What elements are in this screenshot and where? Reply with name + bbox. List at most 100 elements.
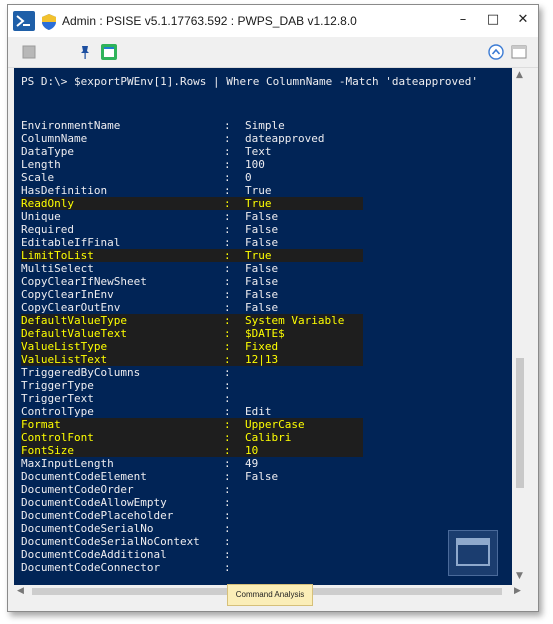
scroll-up-arrow-icon[interactable]: ▲	[516, 70, 523, 80]
property-separator: :	[224, 561, 231, 574]
property-separator: :	[224, 405, 231, 418]
property-value: True	[245, 249, 272, 262]
property-separator: :	[224, 119, 231, 132]
property-value: False	[245, 275, 279, 288]
property-value: 10	[245, 444, 259, 457]
show-console-icon[interactable]	[100, 43, 118, 61]
property-name: MaxInputLength	[21, 457, 114, 470]
property-separator: :	[224, 470, 231, 483]
property-value: True	[245, 184, 272, 197]
property-name: DocumentCodeSerialNo	[21, 522, 154, 535]
property-separator: :	[224, 444, 231, 457]
property-name: TriggeredByColumns	[21, 366, 141, 379]
close-button[interactable]: ✕	[508, 5, 538, 35]
scroll-left-arrow-icon[interactable]: ◀	[17, 586, 24, 596]
property-value: Text	[245, 145, 272, 158]
property-separator: :	[224, 236, 231, 249]
property-separator: :	[224, 340, 231, 353]
minimize-button[interactable]: –	[448, 5, 478, 35]
property-value: Fixed	[245, 340, 279, 353]
property-separator: :	[224, 184, 231, 197]
vertical-scroll-thumb[interactable]	[516, 358, 524, 488]
property-separator: :	[224, 197, 231, 210]
property-name: ValueListType	[21, 340, 108, 353]
property-name: CopyClearInEnv	[21, 288, 114, 301]
property-name: MultiSelect	[21, 262, 94, 275]
property-row: Format: UpperCase	[21, 418, 363, 431]
command-analysis-tab[interactable]: Command Analysis	[227, 584, 313, 606]
property-name: EnvironmentName	[21, 119, 121, 132]
property-name: DocumentCodeOrder	[21, 483, 134, 496]
property-separator: :	[224, 509, 231, 522]
property-row: ControlFont: Calibri	[21, 431, 363, 444]
property-separator: :	[224, 145, 231, 158]
property-value: UpperCase	[245, 418, 305, 431]
admin-shield-icon	[42, 14, 56, 30]
property-value: 49	[245, 457, 259, 470]
property-separator: :	[224, 158, 231, 171]
property-separator: :	[224, 535, 231, 548]
property-separator: :	[224, 275, 231, 288]
property-name: Format	[21, 418, 61, 431]
property-separator: :	[224, 288, 231, 301]
toolbar	[8, 37, 538, 68]
property-value: 100	[245, 158, 265, 171]
property-value: 12|13	[245, 353, 279, 366]
property-separator: :	[224, 379, 231, 392]
property-name: TriggerText	[21, 392, 94, 405]
property-separator: :	[224, 353, 231, 366]
property-value: 0	[245, 171, 252, 184]
psise-window: Admin : PSISE v5.1.17763.592 : PWPS_DAB …	[7, 4, 539, 612]
property-separator: :	[224, 548, 231, 561]
property-value: False	[245, 301, 279, 314]
property-name: Scale	[21, 171, 55, 184]
property-name: DefaultValueText	[21, 327, 127, 340]
scroll-right-arrow-icon[interactable]: ▶	[514, 586, 521, 596]
property-separator: :	[224, 327, 231, 340]
property-name: DocumentCodePlaceholder	[21, 509, 174, 522]
property-name: Unique	[21, 210, 61, 223]
property-name: CopyClearIfNewSheet	[21, 275, 147, 288]
property-name: FontSize	[21, 444, 74, 457]
pin-icon[interactable]	[76, 43, 94, 61]
property-value: False	[245, 262, 279, 275]
property-value: False	[245, 210, 279, 223]
collapse-up-icon[interactable]	[487, 43, 505, 61]
property-value: False	[245, 236, 279, 249]
property-separator: :	[224, 171, 231, 184]
property-name: DefaultValueType	[21, 314, 127, 327]
property-separator: :	[224, 418, 231, 431]
property-separator: :	[224, 314, 231, 327]
scroll-down-arrow-icon[interactable]: ▼	[516, 571, 523, 581]
property-value: System Variable	[245, 314, 345, 327]
property-separator: :	[224, 496, 231, 509]
command-prompt-line: PS D:\> $exportPWEnv[1].Rows | Where Col…	[21, 75, 478, 88]
property-name: ReadOnly	[21, 197, 74, 210]
property-separator: :	[224, 483, 231, 496]
property-name: CopyClearOutEnv	[21, 301, 121, 314]
command-window-widget[interactable]	[448, 530, 498, 576]
title-bar[interactable]: Admin : PSISE v5.1.17763.592 : PWPS_DAB …	[8, 5, 538, 37]
property-row: DefaultValueType: System Variable	[21, 314, 363, 327]
property-value: Calibri	[245, 431, 292, 444]
powershell-icon	[13, 11, 35, 31]
window-icon	[456, 538, 490, 566]
property-separator: :	[224, 249, 231, 262]
property-separator: :	[224, 262, 231, 275]
console-pane[interactable]: PS D:\> $exportPWEnv[1].Rows | Where Col…	[14, 68, 512, 585]
property-value: Simple	[245, 119, 285, 132]
panel-layout-icon[interactable]	[510, 43, 528, 61]
property-separator: :	[224, 522, 231, 535]
property-name: ValueListText	[21, 353, 108, 366]
vertical-scrollbar[interactable]: ▲ ▼	[512, 68, 528, 585]
stop-icon[interactable]	[20, 43, 38, 61]
property-name: ControlFont	[21, 431, 94, 444]
property-row: FontSize: 10	[21, 444, 363, 457]
property-value: False	[245, 470, 279, 483]
property-value: $DATE$	[245, 327, 285, 340]
property-name: DocumentCodeElement	[21, 470, 147, 483]
maximize-button[interactable]: □	[478, 5, 508, 35]
property-separator: :	[224, 301, 231, 314]
property-row: ReadOnly: True	[21, 197, 363, 210]
property-value: Edit	[245, 405, 272, 418]
